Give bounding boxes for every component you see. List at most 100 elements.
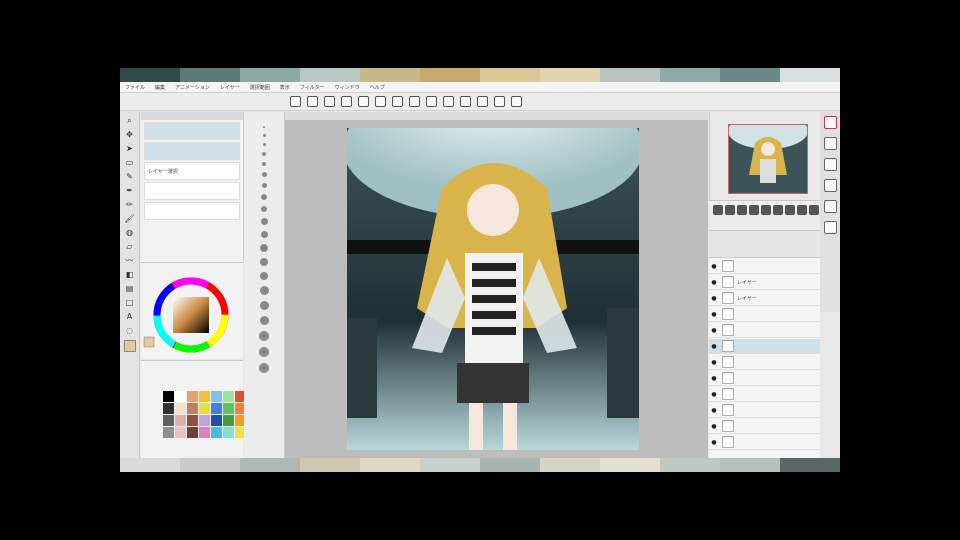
color-swatch[interactable] — [199, 391, 210, 402]
menu-edit[interactable]: 編集 — [150, 84, 170, 91]
brush-size-option[interactable] — [260, 258, 268, 266]
effect-icon[interactable] — [797, 205, 807, 215]
layer-property-tab-icon[interactable] — [823, 137, 837, 150]
brush-size-option[interactable] — [260, 231, 268, 238]
brush-size-option[interactable] — [260, 244, 268, 252]
layer-row[interactable]: ● — [709, 355, 820, 370]
color-swatch[interactable] — [223, 427, 234, 438]
gradient-tool-icon[interactable]: ▤ — [125, 284, 135, 294]
brush-size-option[interactable] — [259, 347, 269, 357]
eyedropper-tool-icon[interactable]: ✎ — [125, 172, 135, 182]
brush-size-option[interactable] — [259, 331, 269, 341]
subtool-item[interactable] — [144, 182, 240, 200]
fill-tool-icon[interactable]: ◧ — [125, 270, 135, 280]
navigator-preview[interactable] — [728, 113, 808, 194]
brush-size-option[interactable] — [261, 183, 267, 188]
brush-size-option[interactable] — [261, 206, 267, 212]
eraser-tool-icon[interactable]: ▱ — [125, 242, 135, 252]
pen-tool-icon[interactable]: ✒ — [125, 186, 135, 196]
visibility-eye-icon[interactable]: ● — [709, 343, 719, 350]
subtool-item[interactable] — [144, 122, 240, 140]
move-tool-icon[interactable]: ✥ — [125, 130, 135, 140]
color-swatch[interactable] — [223, 415, 234, 426]
menu-window[interactable]: ウィンドウ — [330, 84, 365, 91]
brush-size-option[interactable] — [261, 194, 267, 200]
material-tab-icon[interactable] — [823, 200, 837, 213]
effect-icon[interactable] — [725, 205, 735, 215]
selection-icon[interactable] — [409, 96, 420, 107]
brush-size-option[interactable] — [262, 143, 266, 146]
effect-icon[interactable] — [713, 205, 723, 215]
operation-tool-icon[interactable]: ➤ — [125, 144, 135, 154]
grid-icon[interactable] — [290, 96, 301, 107]
transform-icon[interactable] — [426, 96, 437, 107]
layer-row[interactable]: ● — [709, 307, 820, 322]
color-swatch[interactable] — [199, 427, 210, 438]
brush-size-option[interactable] — [261, 172, 267, 177]
brush-size-option[interactable] — [259, 286, 269, 295]
visibility-eye-icon[interactable]: ● — [709, 407, 719, 414]
selection-tool-icon[interactable]: ▭ — [125, 158, 135, 168]
color-swatch[interactable] — [163, 415, 174, 426]
fill-icon[interactable] — [477, 96, 488, 107]
visibility-eye-icon[interactable]: ● — [709, 375, 719, 382]
settings-icon[interactable] — [392, 96, 403, 107]
brush-size-option[interactable] — [259, 363, 269, 373]
visibility-eye-icon[interactable]: ● — [709, 295, 719, 302]
color-swatch[interactable] — [223, 403, 234, 414]
view-icon[interactable] — [511, 96, 522, 107]
menu-file[interactable]: ファイル — [120, 84, 150, 91]
brush-size-option[interactable] — [262, 152, 266, 156]
main-color-swatch[interactable] — [123, 340, 136, 352]
info-tab-icon[interactable] — [823, 179, 837, 192]
color-swatch[interactable] — [187, 427, 198, 438]
color-swatch[interactable] — [223, 391, 234, 402]
subview-tab-icon[interactable] — [823, 158, 837, 171]
menu-help[interactable]: ヘルプ — [365, 84, 390, 91]
color-swatch[interactable] — [175, 403, 186, 414]
layer-row[interactable]: ● — [709, 403, 820, 418]
blend-tool-icon[interactable]: 〰 — [125, 256, 135, 266]
brush-size-option[interactable] — [260, 218, 268, 225]
layer-row[interactable]: ● — [709, 435, 820, 450]
color-swatch[interactable] — [211, 415, 222, 426]
visibility-eye-icon[interactable]: ● — [709, 423, 719, 430]
color-swatch[interactable] — [211, 427, 222, 438]
effect-icon[interactable] — [761, 205, 771, 215]
layer-row[interactable]: ● — [709, 323, 820, 338]
airbrush-tool-icon[interactable]: ◍ — [125, 228, 135, 238]
color-swatch[interactable] — [163, 427, 174, 438]
brush-size-option[interactable] — [260, 272, 268, 280]
new-icon[interactable] — [307, 96, 318, 107]
brush-size-option[interactable] — [262, 162, 266, 166]
visibility-eye-icon[interactable]: ● — [709, 359, 719, 366]
brush-size-option[interactable] — [259, 301, 269, 310]
color-swatch[interactable] — [163, 391, 174, 402]
color-swatch[interactable] — [187, 403, 198, 414]
color-swatch[interactable] — [199, 403, 210, 414]
save-icon[interactable] — [341, 96, 352, 107]
color-swatch[interactable] — [211, 391, 222, 402]
layer-row[interactable]: ● — [709, 339, 820, 354]
figure-tool-icon[interactable]: □ — [125, 298, 135, 308]
menu-view[interactable]: 表示 — [275, 84, 295, 91]
undo-icon[interactable] — [358, 96, 369, 107]
visibility-eye-icon[interactable]: ● — [709, 439, 719, 446]
color-wheel[interactable] — [141, 263, 243, 359]
snap-icon[interactable] — [443, 96, 454, 107]
brush-size-option[interactable] — [262, 134, 266, 137]
ruler-icon[interactable] — [460, 96, 471, 107]
color-swatch[interactable] — [175, 427, 186, 438]
text-tool-icon[interactable]: A — [125, 312, 135, 322]
effect-icon[interactable] — [737, 205, 747, 215]
color-swatch[interactable] — [187, 391, 198, 402]
open-icon[interactable] — [324, 96, 335, 107]
redo-icon[interactable] — [375, 96, 386, 107]
color-swatch[interactable] — [175, 391, 186, 402]
zoom-tool-icon[interactable]: ⌕ — [125, 116, 135, 126]
layer-row[interactable]: ● — [709, 387, 820, 402]
visibility-eye-icon[interactable]: ● — [709, 311, 719, 318]
brush-size-option[interactable] — [263, 126, 265, 128]
subtool-item[interactable]: レイヤー選択 — [144, 162, 240, 180]
menu-animation[interactable]: アニメーション — [170, 84, 215, 91]
